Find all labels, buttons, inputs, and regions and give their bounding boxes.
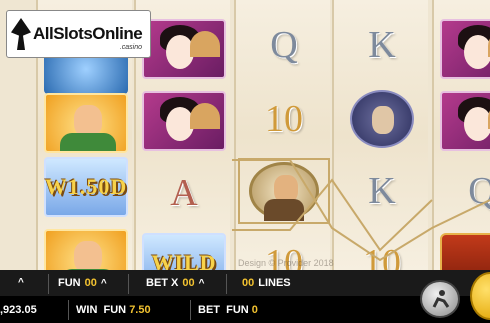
club-icon [11, 18, 31, 50]
runner-icon [432, 290, 450, 308]
symbol-chest [438, 232, 490, 270]
symbol-bonus: W1.50D [42, 156, 130, 218]
bet-display: BET FUN 0 [198, 304, 258, 316]
lines-stepper[interactable]: 00 LINES [242, 277, 291, 289]
reel-5: Q [432, 0, 490, 270]
symbol-geisha [438, 18, 490, 80]
watermark: Design © Provider 2018 [238, 258, 334, 268]
bonus-label: W1.50D [44, 174, 128, 199]
autoplay-button[interactable] [420, 280, 460, 318]
fun-stepper[interactable]: FUN 00 ^ [58, 277, 107, 289]
bet-x-label: BET X [146, 277, 179, 289]
win-display: WIN FUN 7.50 [76, 304, 151, 316]
lines-value: 00 [242, 277, 255, 289]
symbol-monk [338, 88, 426, 150]
left-increase-button[interactable]: ^ [18, 277, 24, 288]
brand-name: AllSlotsOnline [33, 24, 143, 43]
info-bar: ,923.05 WIN FUN 7.50 BET FUN 0 [0, 296, 490, 323]
wild-label: WILD [151, 250, 217, 270]
fun-label: FUN [58, 277, 81, 289]
lines-label: LINES [258, 277, 291, 289]
reel-3: Q 10 10 [234, 0, 330, 270]
brand-sub: .casino [119, 44, 142, 51]
fun-up-icon[interactable]: ^ [101, 278, 107, 289]
symbol-letter-k: K [368, 24, 396, 66]
symbol-geisha [438, 90, 490, 152]
fun-value: 00 [84, 277, 97, 289]
symbol-letter-k: K [368, 170, 396, 212]
symbol-letter-a: A [170, 172, 198, 214]
symbol-wild: WILD [140, 232, 228, 270]
symbol-geisha [140, 18, 228, 80]
bet-x-up-icon[interactable]: ^ [199, 278, 205, 289]
balance-value: ,923.05 [0, 304, 37, 316]
symbol-geisha [140, 90, 228, 152]
symbol-ten: 10 [265, 98, 303, 140]
symbol-warrior [238, 158, 330, 224]
symbol-samurai [42, 92, 130, 154]
symbol-samurai [42, 228, 130, 270]
brand-logo: AllSlotsOnline .casino [6, 10, 151, 58]
bet-controls-bar: ^ FUN 00 ^ BET X 00 ^ 00 LINES [0, 270, 490, 296]
bet-x-value: 00 [182, 277, 195, 289]
symbol-ten: 10 [363, 242, 401, 270]
symbol-letter-q: Q [468, 170, 490, 212]
reel-4: K K 10 [332, 0, 428, 270]
bet-x-stepper[interactable]: BET X 00 ^ [146, 277, 205, 289]
symbol-letter-q: Q [270, 24, 298, 66]
